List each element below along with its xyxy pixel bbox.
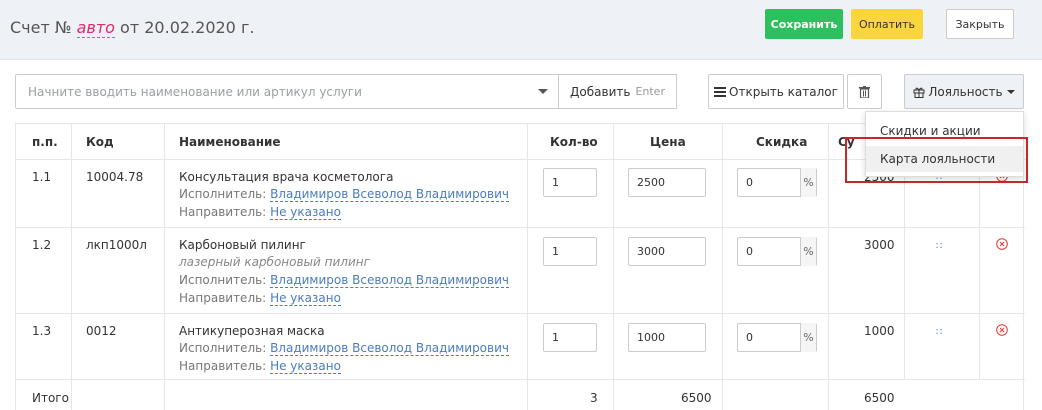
open-catalog-button[interactable]: Открыть каталог xyxy=(708,74,844,109)
row-sum: 1000 xyxy=(864,324,895,338)
trash-icon xyxy=(859,85,870,98)
price-input[interactable]: 2500 xyxy=(628,168,706,197)
percent-addon: % xyxy=(800,168,816,197)
director-link[interactable]: Не указано xyxy=(270,291,341,306)
executor-link[interactable]: Владимиров Всеволод Владимирович xyxy=(270,187,509,202)
pay-button[interactable]: Оплатить xyxy=(851,9,923,39)
close-button[interactable]: Закрыть xyxy=(946,9,1014,39)
executor-label: Исполнитель: xyxy=(179,273,267,287)
title-prefix: Счет № xyxy=(10,18,72,37)
loyalty-label: Лояльность xyxy=(928,84,1003,99)
row-num: 1.3 xyxy=(32,324,52,338)
qty-input[interactable]: 1 xyxy=(543,168,597,197)
save-button[interactable]: Сохранить xyxy=(765,9,843,39)
col-header-name: Наименование xyxy=(179,135,281,149)
discount-value: 0 xyxy=(746,331,753,344)
row-note: лазерный карбоновый пилинг xyxy=(179,255,370,269)
director-link[interactable]: Не указано xyxy=(270,205,341,220)
qty-input[interactable]: 1 xyxy=(543,323,597,352)
row-director: Направитель: Не указано xyxy=(179,359,341,374)
row-executor: Исполнитель: Владимиров Всеволод Владими… xyxy=(179,273,509,288)
discount-input[interactable]: 0% xyxy=(737,237,817,266)
more-dots-icon[interactable]: ∷ xyxy=(936,327,943,338)
executor-label: Исполнитель: xyxy=(179,187,267,201)
caret-down-icon xyxy=(1006,89,1015,94)
col-header-discount: Скидка xyxy=(756,135,808,149)
executor-link[interactable]: Владимиров Всеволод Владимирович xyxy=(270,273,509,288)
row-name: Антикуперозная маска xyxy=(179,324,325,338)
discount-input[interactable]: 0% xyxy=(737,168,817,197)
page-title: Счет № авто от 20.02.2020 г. xyxy=(10,18,255,38)
director-label: Направитель: xyxy=(179,205,267,219)
row-code: 10004.78 xyxy=(86,170,144,184)
price-input[interactable]: 1000 xyxy=(628,323,706,352)
director-link[interactable]: Не указано xyxy=(270,359,341,374)
service-search-input[interactable] xyxy=(16,75,516,108)
loyalty-dropdown-button[interactable]: Лояльность xyxy=(904,74,1024,109)
discount-input[interactable]: 0% xyxy=(737,323,817,352)
row-num: 1.2 xyxy=(32,238,52,252)
row-executor: Исполнитель: Владимиров Всеволод Владими… xyxy=(179,187,509,202)
executor-label: Исполнитель: xyxy=(179,341,267,355)
row-code: лкп1000л xyxy=(86,238,147,252)
col-header-qty: Кол-во xyxy=(550,135,598,149)
row-executor: Исполнитель: Владимиров Всеволод Владими… xyxy=(179,341,509,356)
director-label: Направитель: xyxy=(179,291,267,305)
row-director: Направитель: Не указано xyxy=(179,205,341,220)
open-catalog-label: Открыть каталог xyxy=(729,84,838,99)
executor-link[interactable]: Владимиров Всеволод Владимирович xyxy=(270,341,509,356)
title-date: от 20.02.2020 г. xyxy=(120,18,255,37)
service-search[interactable] xyxy=(15,74,559,109)
add-button-label: Добавить xyxy=(570,84,631,99)
chevron-down-icon[interactable] xyxy=(538,89,548,94)
total-qty: 3 xyxy=(590,391,598,405)
remove-row-icon[interactable] xyxy=(996,238,1008,250)
gift-icon xyxy=(913,87,925,98)
total-price: 6500 xyxy=(681,391,712,405)
row-code: 0012 xyxy=(86,324,117,338)
list-icon xyxy=(714,86,727,97)
add-button-hint: Enter xyxy=(635,85,665,98)
row-num: 1.1 xyxy=(32,170,52,184)
more-dots-icon[interactable]: ∷ xyxy=(936,241,943,252)
invoice-number-auto[interactable]: авто xyxy=(76,18,115,38)
page-header: Счет № авто от 20.02.2020 г. Сохранить О… xyxy=(0,0,1042,60)
price-input[interactable]: 3000 xyxy=(628,237,706,266)
total-label: Итого xyxy=(32,391,69,405)
percent-addon: % xyxy=(800,323,816,352)
discount-value: 0 xyxy=(746,176,753,189)
row-name: Карбоновый пилинг xyxy=(179,238,306,252)
total-sum: 6500 xyxy=(864,391,895,405)
col-header-num: п.п. xyxy=(32,135,58,149)
col-header-price: Цена xyxy=(650,135,686,149)
highlight-box xyxy=(845,137,1028,183)
row-director: Направитель: Не указано xyxy=(179,291,341,306)
row-sum: 3000 xyxy=(864,238,895,252)
percent-addon: % xyxy=(800,237,816,266)
add-button[interactable]: Добавить Enter xyxy=(559,74,677,109)
col-header-code: Код xyxy=(86,135,114,149)
director-label: Направитель: xyxy=(179,359,267,373)
discount-value: 0 xyxy=(746,245,753,258)
row-name: Консультация врача косметолога xyxy=(179,170,394,184)
delete-all-button[interactable] xyxy=(847,74,882,109)
remove-row-icon[interactable] xyxy=(996,324,1008,336)
qty-input[interactable]: 1 xyxy=(543,237,597,266)
